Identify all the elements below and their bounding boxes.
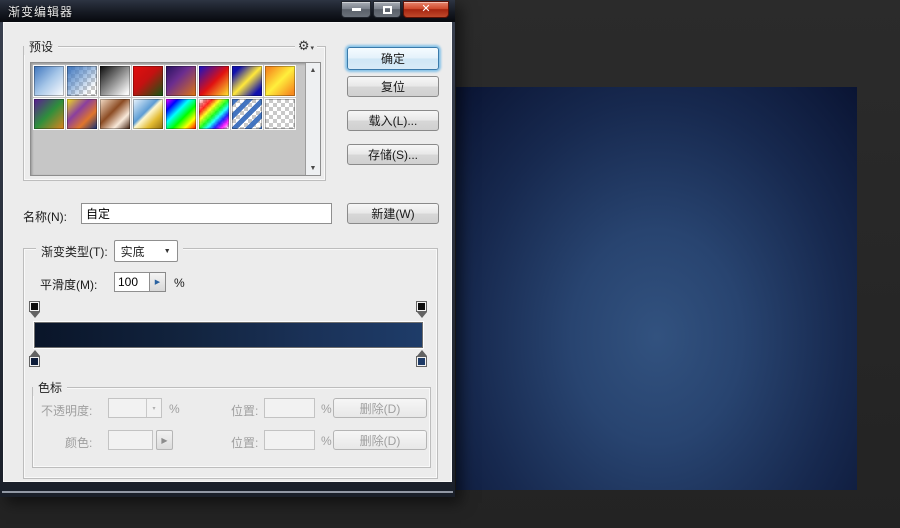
name-label: 名称(N):: [23, 210, 67, 224]
opacity-position-input[interactable]: [264, 398, 315, 418]
gradient-type-value: 实底: [120, 244, 145, 259]
window-title: 渐变编辑器: [8, 4, 74, 19]
gear-menu-arrow-icon: ▾: [310, 45, 314, 52]
new-button[interactable]: 新建(W): [347, 203, 439, 224]
scroll-up-icon: ▲: [309, 66, 317, 74]
opacity-combo-arrow-icon: ▾: [146, 399, 161, 417]
preset-thumb-orange-yellow-orange[interactable]: [264, 65, 296, 97]
smoothness-label: 平滑度(M):: [40, 278, 98, 292]
minimize-icon: [351, 8, 361, 11]
gradient-settings-group: 渐变类型(T): 实底 ▼ 平滑度(M): ▶ %: [23, 240, 438, 479]
scroll-down-button[interactable]: ▼: [306, 161, 320, 175]
color-picker-arrow-icon: ▶: [161, 435, 168, 445]
presets-scrollbar[interactable]: ▲ ▼: [305, 63, 320, 175]
color-position-label: 位置:: [231, 436, 259, 450]
window-controls: ✕: [341, 1, 449, 18]
color-position-percent: %: [321, 434, 332, 448]
minimize-button[interactable]: [341, 1, 371, 18]
preset-thumb-violet-green-orange[interactable]: [33, 98, 65, 130]
maximize-icon: [382, 5, 392, 14]
preset-thumb-violet-to-orange[interactable]: [165, 65, 197, 97]
opacity-stop-left-swatch: [29, 301, 40, 312]
opacity-stop-right-pointer: [416, 312, 427, 318]
opacity-stop-right[interactable]: [415, 301, 428, 318]
smoothness-spinner-button[interactable]: ▶: [150, 272, 166, 292]
presets-group: 预设 ⚙ ▾ ▲ ▼: [23, 38, 326, 181]
preset-grid: [32, 64, 304, 131]
preset-thumb-blue-red-yellow[interactable]: [198, 65, 230, 97]
opacity-stop-left-pointer: [29, 312, 40, 318]
presets-menu-button[interactable]: ⚙ ▾: [294, 38, 317, 54]
maximize-button[interactable]: [373, 1, 401, 18]
opacity-position-percent: %: [321, 402, 332, 416]
preset-thumb-fg-to-transparent[interactable]: [66, 65, 98, 97]
color-swatch-field[interactable]: [108, 430, 153, 450]
preset-thumb-red-to-green[interactable]: [132, 65, 164, 97]
name-input[interactable]: [81, 203, 332, 224]
opacity-stop-right-swatch: [416, 301, 427, 312]
preset-thumb-black-to-white[interactable]: [99, 65, 131, 97]
dialog-content: 预设 ⚙ ▾ ▲ ▼ 确定 复位 载入(L)... 存储(S)... 名称(N)…: [3, 22, 452, 482]
save-button[interactable]: 存储(S)...: [347, 144, 439, 165]
opacity-stop-left[interactable]: [28, 301, 41, 318]
opacity-combo[interactable]: ▾: [108, 398, 162, 418]
scroll-down-icon: ▼: [309, 164, 317, 172]
color-picker-arrow-button[interactable]: ▶: [156, 430, 173, 450]
stops-panel-label: 色标: [33, 379, 68, 396]
scroll-up-button[interactable]: ▲: [306, 63, 320, 77]
preset-thumb-copper[interactable]: [99, 98, 131, 130]
presets-label: 预设: [24, 38, 59, 55]
spinner-arrow-icon: ▶: [154, 279, 161, 286]
smoothness-input[interactable]: [114, 272, 150, 292]
preset-thumb-transparent-stripes[interactable]: [231, 98, 263, 130]
opacity-label: 不透明度:: [41, 404, 93, 418]
color-stop-right-swatch: [416, 356, 427, 367]
reset-button[interactable]: 复位: [347, 76, 439, 97]
document-canvas: [456, 87, 857, 490]
opacity-position-label: 位置:: [231, 404, 259, 418]
color-stop-left[interactable]: [28, 350, 41, 367]
color-stop-left-swatch: [29, 356, 40, 367]
load-button[interactable]: 载入(L)...: [347, 110, 439, 131]
gradient-editor-dialog: 渐变编辑器 ✕ 预设 ⚙ ▾ ▲ ▼ 确定 复位 载入(L)... 存储(S).…: [0, 0, 455, 497]
preset-thumb-yellow-violet-orange-blue[interactable]: [66, 98, 98, 130]
gradient-preview-bar[interactable]: [34, 322, 423, 348]
delete-opacity-stop-button[interactable]: 删除(D): [333, 398, 427, 418]
preset-thumb-noise-sample[interactable]: [264, 98, 296, 130]
chevron-down-icon: ▼: [163, 247, 171, 255]
delete-color-stop-button[interactable]: 删除(D): [333, 430, 427, 450]
title-bar[interactable]: 渐变编辑器 ✕: [0, 0, 455, 22]
opacity-percent: %: [169, 402, 180, 416]
gradient-type-row: 渐变类型(T): 实底 ▼: [36, 240, 183, 262]
color-position-input[interactable]: [264, 430, 315, 450]
color-label: 颜色:: [65, 436, 93, 450]
presets-listbox: ▲ ▼: [30, 62, 321, 176]
preset-thumb-spectrum[interactable]: [165, 98, 197, 130]
color-stop-right[interactable]: [415, 350, 428, 367]
preset-thumb-transparent-rainbow[interactable]: [198, 98, 230, 130]
gear-icon: ⚙: [297, 38, 310, 53]
preset-thumb-blue-yellow-blue[interactable]: [231, 65, 263, 97]
close-icon: ✕: [421, 3, 431, 15]
preset-thumb-chrome[interactable]: [132, 98, 164, 130]
smoothness-percent: %: [174, 276, 185, 290]
preset-thumb-fg-to-bg[interactable]: [33, 65, 65, 97]
stops-panel-group: 色标 不透明度: ▾ % 位置: % 删除(D) 颜色: ▶ 位置: % 删除(…: [32, 379, 431, 468]
gradient-type-dropdown[interactable]: 实底 ▼: [113, 240, 178, 262]
gradient-type-label: 渐变类型(T):: [41, 244, 108, 259]
close-button[interactable]: ✕: [403, 1, 449, 18]
ok-button[interactable]: 确定: [347, 47, 439, 70]
